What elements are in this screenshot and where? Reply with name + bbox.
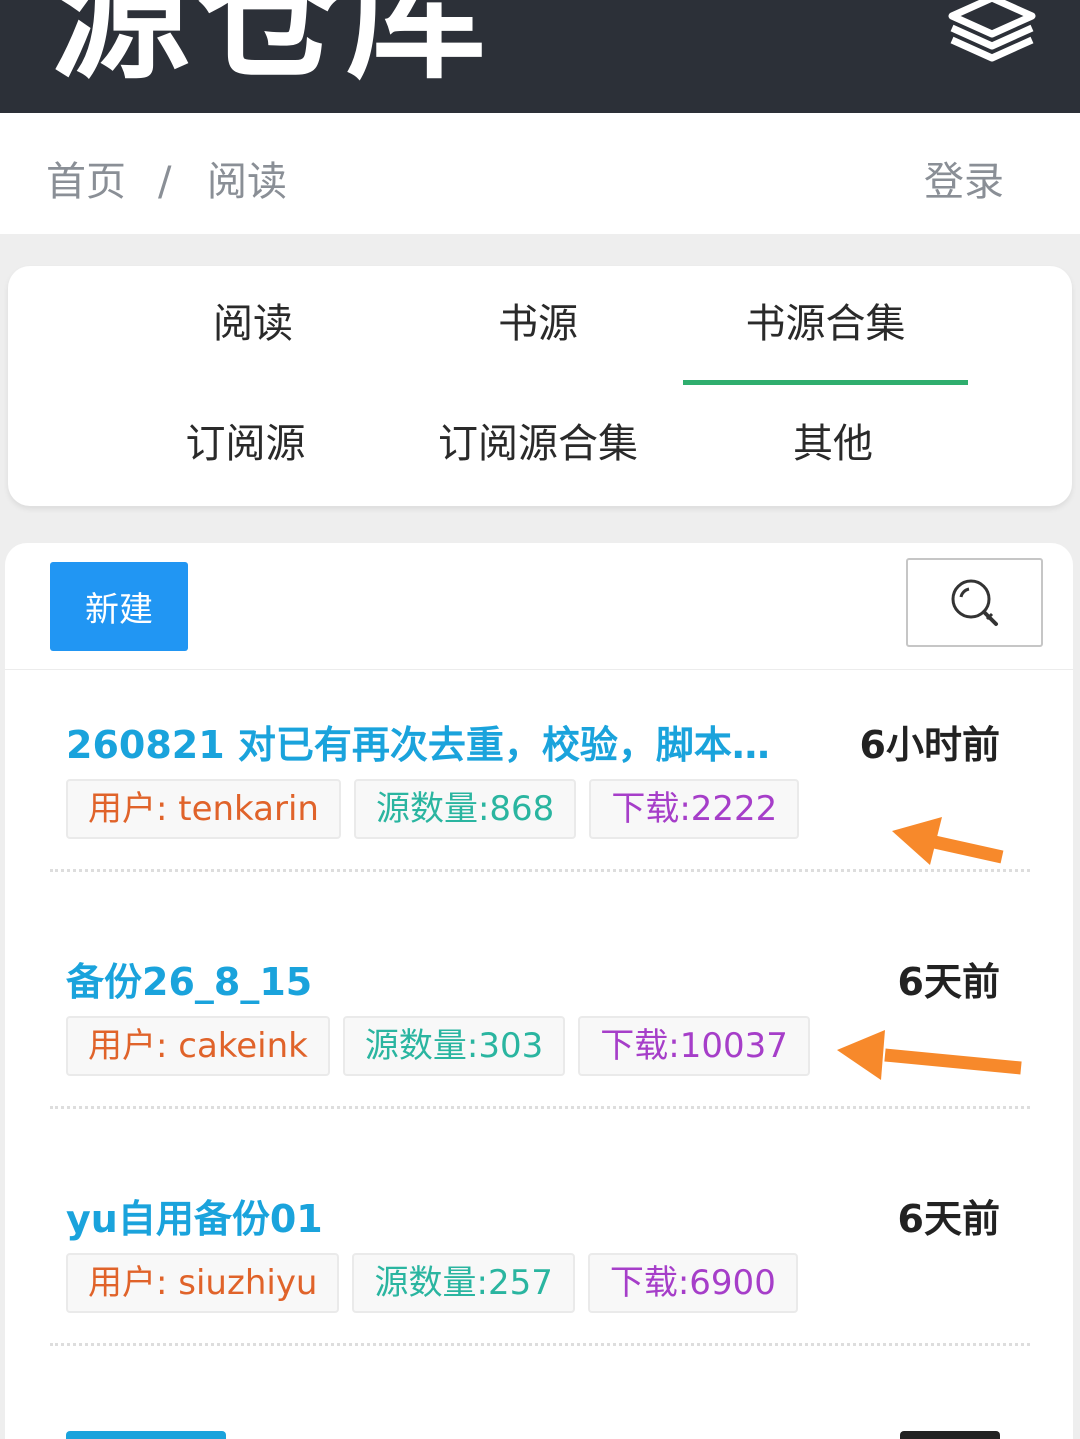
download-count-tag: 下载:6900: [587, 1253, 798, 1313]
source-count-tag: 源数量:303: [342, 1016, 566, 1076]
tab-subscription-source[interactable]: 订阅源: [108, 419, 383, 469]
breadcrumb-current: 阅读: [207, 159, 287, 205]
category-tabs: 阅读 书源 书源合集 订阅源 订阅源合集 其他: [8, 266, 1072, 506]
search-icon: [951, 579, 998, 626]
item-tags: 用户: cakeink 源数量:303 下载:10037: [66, 1016, 810, 1076]
list-item[interactable]: yu自用备份01 6天前 用户: siuzhiyu 源数量:257 下载:690…: [50, 1191, 1030, 1428]
item-title[interactable]: 260821 对已有再次去重，校验，脚本整理: [66, 717, 786, 773]
item-tags: 用户: tenkarin 源数量:868 下载:2222: [66, 779, 800, 839]
list-toolbar: 新建: [5, 543, 1073, 670]
item-time: 6天前: [897, 1197, 1000, 1241]
download-count-tag: 下载:2222: [589, 779, 800, 839]
site-title[interactable]: 源仓库: [50, 0, 494, 88]
collection-list: 新建 260821 对已有再次去重，校验，脚本整理 6小时前 用户: tenka…: [5, 543, 1073, 1439]
item-divider: [50, 1106, 1030, 1109]
list-item-partial-time: [900, 1431, 1000, 1439]
source-count-tag: 源数量:868: [353, 779, 577, 839]
user-tag[interactable]: 用户: tenkarin: [66, 779, 341, 839]
tab-other[interactable]: 其他: [698, 419, 968, 469]
breadcrumb-home[interactable]: 首页: [46, 157, 126, 207]
item-tags: 用户: siuzhiyu 源数量:257 下载:6900: [66, 1253, 798, 1313]
item-title[interactable]: yu自用备份01: [66, 1191, 786, 1247]
site-header: 源仓库: [0, 0, 1080, 113]
item-divider: [50, 1343, 1030, 1346]
layers-icon[interactable]: [942, 0, 1042, 70]
source-count-tag: 源数量:257: [352, 1253, 575, 1313]
user-tag[interactable]: 用户: cakeink: [66, 1016, 330, 1076]
item-divider: [50, 869, 1030, 872]
annotation-arrow-icon: [892, 817, 1004, 865]
tab-reading[interactable]: 阅读: [118, 299, 388, 349]
tab-book-source[interactable]: 书源: [403, 299, 673, 349]
download-count-tag: 下载:10037: [578, 1016, 810, 1076]
tab-subscription-collection[interactable]: 订阅源合集: [388, 419, 688, 469]
item-title[interactable]: 备份26_8_15: [66, 954, 786, 1010]
active-tab-indicator: [683, 380, 968, 385]
user-tag[interactable]: 用户: siuzhiyu: [66, 1253, 340, 1313]
item-time: 6小时前: [859, 723, 1000, 767]
breadcrumb: 首页 / 阅读 登录: [0, 113, 1080, 234]
login-link[interactable]: 登录: [924, 157, 1004, 207]
item-time: 6天前: [897, 960, 1000, 1004]
tab-book-source-collection[interactable]: 书源合集: [688, 299, 963, 349]
list-item[interactable]: 260821 对已有再次去重，校验，脚本整理 6小时前 用户: tenkarin…: [50, 717, 1030, 954]
search-button[interactable]: [906, 558, 1043, 647]
list-item-partial[interactable]: [66, 1431, 226, 1439]
new-button[interactable]: 新建: [50, 562, 188, 651]
breadcrumb-separator: /: [158, 159, 172, 205]
annotation-arrow-icon: [837, 1030, 1022, 1080]
